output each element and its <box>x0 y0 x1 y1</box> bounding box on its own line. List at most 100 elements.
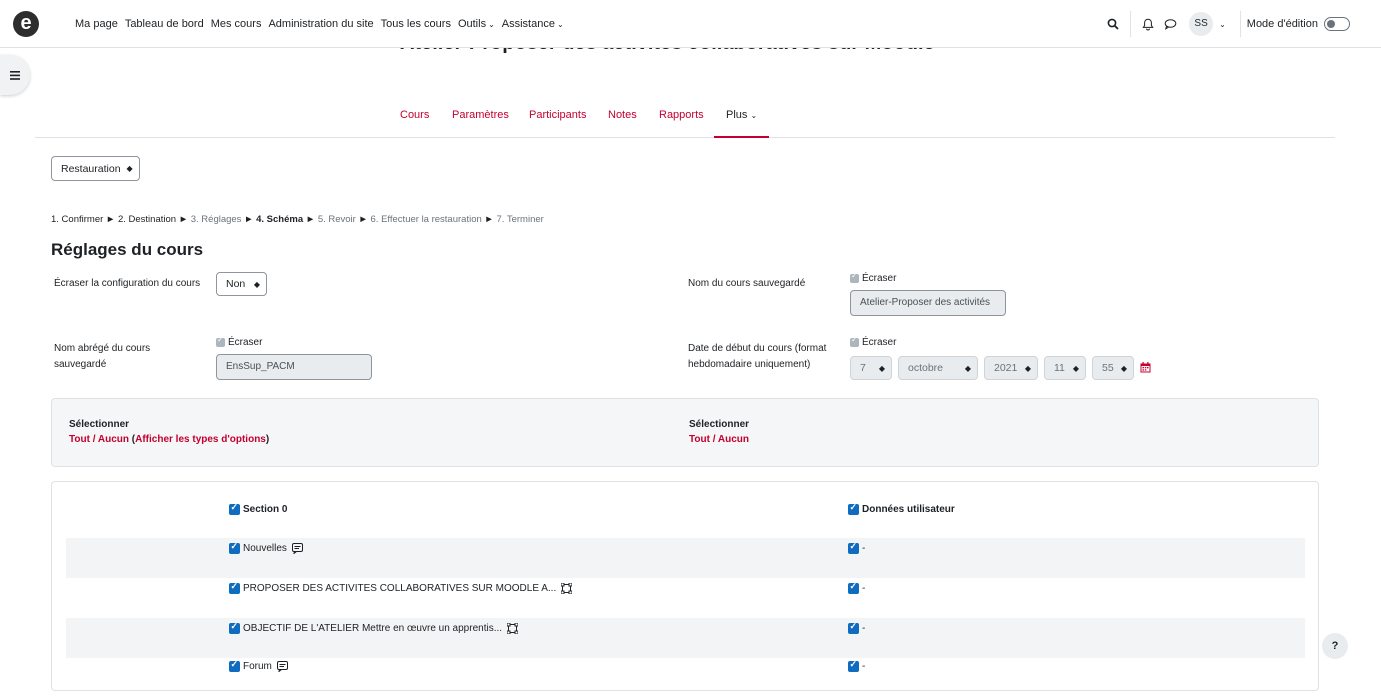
disabled-checkbox <box>850 271 859 283</box>
select-none-userdata-link[interactable]: Aucun <box>718 434 749 445</box>
toggle-knob <box>1327 20 1335 28</box>
activity-label: PROPOSER DES ACTIVITES COLLABORATIVES SU… <box>243 583 557 594</box>
activity-checkbox-item[interactable]: OBJECTIF DE L'ATELIER Mettre en œuvre un… <box>229 621 519 634</box>
step-finish: 7. Terminer <box>496 214 544 225</box>
checkbox-checked[interactable] <box>229 502 240 515</box>
nav-tools-label: Outils <box>457 18 487 30</box>
checkbox-checked[interactable] <box>848 541 859 554</box>
userdata-value: - <box>862 623 866 634</box>
start-hour-select[interactable]: 11 ◆ <box>1044 356 1086 380</box>
link-slash: / <box>92 434 96 445</box>
start-date-overwrite-label: Écraser <box>862 337 897 348</box>
start-minute-select[interactable]: 55 ◆ <box>1092 356 1134 380</box>
select-arrows-icon: ◆ <box>1072 363 1079 373</box>
navbar-divider <box>1239 11 1241 37</box>
help-button[interactable]: ? <box>1322 633 1348 659</box>
short-name-field[interactable]: EnsSup_PACM <box>216 354 372 380</box>
restore-items-panel: Section 0 Données utilisateur Nouvelles … <box>51 481 1319 691</box>
short-name-overwrite-label: Écraser <box>228 337 263 348</box>
tab-settings[interactable]: Paramètres <box>452 100 509 138</box>
label-icon <box>561 583 573 594</box>
search-icon[interactable] <box>1102 13 1124 35</box>
user-avatar[interactable]: SS <box>1189 12 1214 36</box>
section-heading: Réglages du cours <box>51 240 204 259</box>
start-day-select[interactable]: 7 ◆ <box>850 356 892 380</box>
nav-tools-menu[interactable]: Outils ⌄ <box>458 18 495 30</box>
nav-my-page[interactable]: Ma page <box>75 18 118 30</box>
show-option-types-link[interactable]: Afficher les types d'options <box>135 434 266 445</box>
nav-site-admin[interactable]: Administration du site <box>268 18 373 30</box>
checkbox-checked[interactable] <box>229 621 240 634</box>
userdata-checkbox-item[interactable]: - <box>848 541 866 554</box>
nav-assistance-label: Assistance <box>501 18 555 30</box>
table-row: OBJECTIF DE L'ATELIER Mettre en œuvre un… <box>66 618 1305 658</box>
user-data-checkbox-item[interactable]: Données utilisateur <box>848 502 955 515</box>
userdata-value: - <box>862 543 866 554</box>
section-0-checkbox-item[interactable]: Section 0 <box>229 502 287 515</box>
restore-steps-breadcrumb: 1. Confirmer ► 2. Destination ► 3. Régla… <box>51 214 544 225</box>
tab-more[interactable]: Plus ⌄ <box>714 100 770 138</box>
table-row: PROPOSER DES ACTIVITES COLLABORATIVES SU… <box>66 578 1305 618</box>
activity-checkbox-item[interactable]: Nouvelles <box>229 541 303 554</box>
tab-participants[interactable]: Participants <box>529 100 586 138</box>
step-settings: 3. Réglages <box>190 214 242 225</box>
disabled-checkbox <box>850 335 859 347</box>
checkbox-checked[interactable] <box>848 621 859 634</box>
nav-assistance-menu[interactable]: Assistance ⌄ <box>502 18 564 30</box>
start-date-overwrite: Écraser <box>850 335 897 348</box>
select-arrows-icon: ◆ <box>1024 363 1031 373</box>
edit-mode-label: Mode d'édition <box>1246 18 1318 30</box>
select-arrows-icon: ◆ <box>964 363 971 373</box>
checkbox-checked[interactable] <box>229 659 240 672</box>
checkbox-checked[interactable] <box>848 581 859 594</box>
chevron-down-icon[interactable]: ⌄ <box>1219 20 1226 29</box>
step-review: 5. Revoir <box>317 214 356 225</box>
tab-reports[interactable]: Rapports <box>659 100 704 138</box>
checkbox-checked[interactable] <box>229 581 240 594</box>
checkbox-checked[interactable] <box>848 502 859 515</box>
site-logo[interactable]: e <box>13 11 39 37</box>
step-perform-restore: 6. Effectuer la restauration <box>370 214 482 225</box>
select-arrows-icon: ◆ <box>1120 363 1127 373</box>
userdata-checkbox-item[interactable]: - <box>848 581 865 594</box>
start-month-value: octobre <box>908 362 944 374</box>
select-all-userdata-link[interactable]: Tout <box>689 434 710 445</box>
activity-checkbox-item[interactable]: Forum <box>229 659 288 672</box>
activity-checkbox-item[interactable]: PROPOSER DES ACTIVITES COLLABORATIVES SU… <box>229 581 573 594</box>
step-separator: ► <box>244 214 254 225</box>
section-header-row: Section 0 Données utilisateur <box>66 498 1305 538</box>
course-name-overwrite: Écraser <box>850 271 896 284</box>
select-none-link[interactable]: Aucun <box>98 434 129 445</box>
tab-course[interactable]: Cours <box>400 100 429 138</box>
select-all-link[interactable]: Tout <box>69 434 90 445</box>
start-month-select[interactable]: octobre ◆ <box>898 356 978 380</box>
userdata-checkbox-item[interactable]: - <box>848 659 865 672</box>
select-arrows-icon: ◆ <box>126 164 133 173</box>
select-left-title: Sélectionner <box>69 419 130 430</box>
course-index-drawer-toggle[interactable] <box>0 55 30 95</box>
overwrite-config-select[interactable]: Non ◆ <box>216 272 267 296</box>
checkbox-checked[interactable] <box>229 541 240 554</box>
start-day-value: 7 <box>860 362 866 374</box>
course-name-field[interactable]: Atelier-Proposer des activités <box>850 290 1006 316</box>
nav-dashboard[interactable]: Tableau de bord <box>125 18 204 30</box>
nav-all-courses[interactable]: Tous les cours <box>381 18 451 30</box>
table-row: Forum - <box>66 658 1305 698</box>
start-date-label: Date de début du cours (format hebdomada… <box>688 343 827 370</box>
action-select[interactable]: Restauration ◆ <box>51 156 140 181</box>
start-year-value: 2021 <box>994 362 1018 374</box>
navbar-right: SS ⌄ Mode d'édition <box>1102 0 1381 48</box>
table-row: Nouvelles - <box>66 538 1305 578</box>
start-year-select[interactable]: 2021 ◆ <box>984 356 1038 380</box>
tab-grades[interactable]: Notes <box>608 100 637 138</box>
activity-label: Forum <box>243 661 272 672</box>
calendar-icon[interactable] <box>1140 362 1151 376</box>
nav-my-courses[interactable]: Mes cours <box>211 18 262 30</box>
bell-icon[interactable] <box>1137 13 1159 35</box>
userdata-checkbox-item[interactable]: - <box>848 621 866 634</box>
checkbox-checked[interactable] <box>848 659 859 672</box>
step-schema: 4. Schéma <box>256 214 304 225</box>
chat-bubble-icon[interactable] <box>1159 13 1181 35</box>
edit-mode-toggle[interactable] <box>1324 17 1350 31</box>
primary-navigation: Ma page Tableau de bord Mes cours Admini… <box>75 0 571 48</box>
